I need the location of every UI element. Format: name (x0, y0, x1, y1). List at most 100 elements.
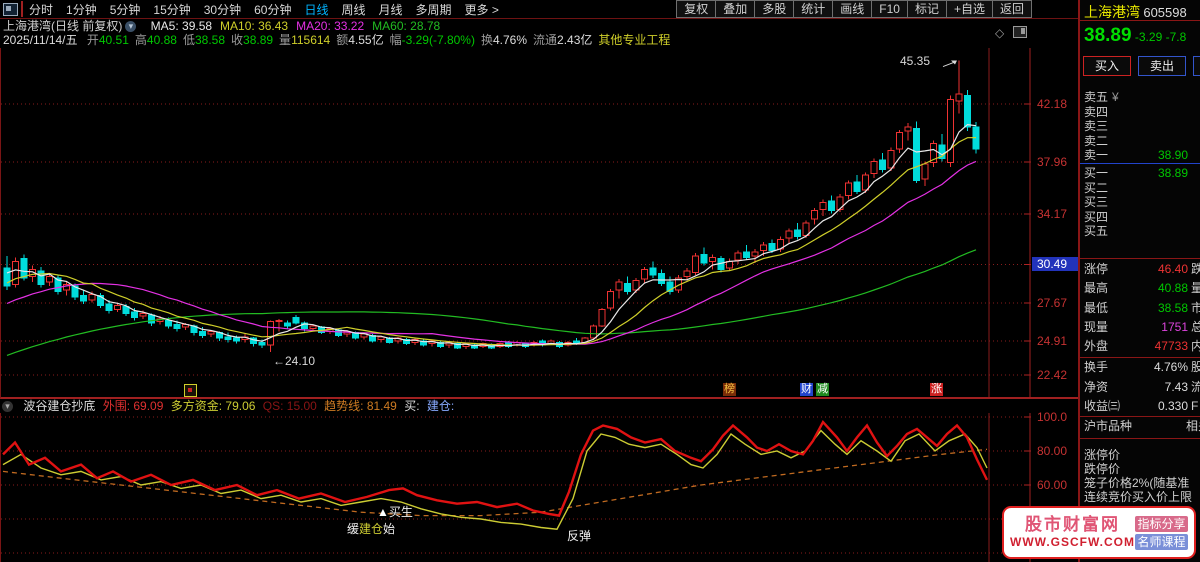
watermark-badge-1: 指标分享 (1134, 515, 1188, 532)
info-value-2: 38.58 (194, 33, 225, 47)
info-label-4: 量 (279, 33, 292, 47)
period-tab-5[interactable]: 60分钟 (254, 3, 291, 17)
chart-title-row: 上海港湾(日线 前复权) ▾ MA5: 39.58 MA10: 36.43 MA20:… (0, 19, 1078, 40)
bid-row-1[interactable]: 买一 38.89 (1084, 166, 1200, 180)
indicator-chart[interactable]: 100.0 80.00 60.00 ▲买生 缓建仓始 反弹 (0, 410, 1079, 562)
period-tab-10[interactable]: 更多 > (465, 3, 499, 17)
watermark-site-url: WWW.GSCFW.COM (1010, 535, 1135, 549)
ma-value-1: MA10: 36.43 (220, 19, 289, 33)
stat2-row-2[interactable]: 收益㈢ 0.330 F (1084, 399, 1200, 413)
event-marker-2[interactable]: 财 (800, 383, 813, 396)
indicator-header-seg-4: 趋势线: 81.49 (324, 399, 401, 413)
ask-row-5[interactable]: 卖五 ¥ (1084, 90, 1200, 104)
chevron-down-icon[interactable]: ▾ (125, 21, 137, 32)
sell-button[interactable]: 卖出 (1138, 56, 1186, 76)
event-marker-1[interactable]: 榜 (723, 383, 736, 396)
indicator-axis-label-2: 60.00 (1037, 478, 1068, 492)
extra-row-3[interactable]: 连续竞价买入价上限 (1084, 490, 1200, 504)
extra-row-1[interactable]: 跌停价 (1084, 462, 1200, 476)
info-value-3: 38.89 (243, 33, 274, 47)
bid-row-5[interactable]: 买五 (1084, 224, 1200, 238)
watermark-site-name: 股市财富网 (1024, 515, 1120, 534)
buy-button[interactable]: 买入 (1083, 56, 1131, 76)
collapse-icon[interactable]: ▾ (2, 401, 13, 412)
tool-tab-5[interactable]: F10 (871, 0, 908, 18)
extra-row-2[interactable]: 笼子价格2%(随基准 (1084, 476, 1200, 490)
event-marker-4[interactable]: 涨 (930, 383, 943, 396)
price-axis-label-2: 34.17 (1037, 206, 1068, 221)
chart-title: 上海港湾(日线 前复权) (3, 19, 123, 33)
event-marker-3[interactable]: 减 (816, 383, 829, 396)
stat-row-2[interactable]: 最低38.58市 (1084, 301, 1200, 315)
tool-tab-0[interactable]: 复权 (676, 0, 717, 18)
stat-row-1[interactable]: 最高40.88量 (1084, 281, 1200, 295)
tool-tab-4[interactable]: 画线 (832, 0, 873, 18)
signal-label-0: ▲买生 (377, 505, 413, 519)
quote-date: 2025/11/14/五 (3, 33, 78, 47)
tool-tab-8[interactable]: 返回 (991, 0, 1032, 18)
last-price: 38.89 (1084, 25, 1132, 46)
period-tab-0[interactable]: 分时 (29, 3, 53, 17)
quote-info-row: 2025/11/14/五 开40.51 高40.88 低38.58 收38.89 量11… (0, 33, 1078, 48)
extra-row-0[interactable]: 涨停价 (1084, 448, 1200, 462)
ma-value-2: MA20: 33.22 (296, 19, 365, 33)
info-value-8: 2.43亿 (557, 33, 593, 47)
window-icon[interactable] (3, 2, 18, 16)
indicator-header-seg-2: 多方资金: 79.06 (170, 399, 259, 413)
period-tab-8[interactable]: 月线 (379, 3, 403, 17)
price-axis-label-1: 37.96 (1037, 154, 1068, 169)
info-label-3: 收 (231, 33, 244, 47)
bid-row-4[interactable]: 买四 (1084, 210, 1200, 224)
info-label-8: 流通 (533, 33, 558, 47)
tool-tab-7[interactable]: +自选 (945, 0, 993, 18)
stat-row-0[interactable]: 涨停46.40跌 (1084, 262, 1200, 276)
menu-divider (21, 1, 23, 17)
tool-tab-2[interactable]: 多股 (754, 0, 795, 18)
ask-row-1[interactable]: 卖一 38.90 (1084, 148, 1200, 162)
stat2-row-1[interactable]: 净资7.43流 (1084, 380, 1200, 394)
period-tab-7[interactable]: 周线 (341, 3, 365, 17)
low-price-annotation: ←24.10 (273, 354, 316, 368)
info-value-7: 4.76% (493, 33, 528, 47)
panel-stock-header[interactable]: 上海港湾 605598 (1084, 2, 1187, 22)
tool-tab-3[interactable]: 统计 (793, 0, 834, 18)
info-label-1: 高 (134, 33, 147, 47)
period-tabs: 分时 1分钟 5分钟 15分钟 30分钟 60分钟 日线 周线 月线 多周期 更多 > (29, 1, 512, 18)
panel-divider-1 (1080, 258, 1200, 259)
period-tab-2[interactable]: 5分钟 (110, 3, 141, 17)
info-value-4: 115614 (291, 33, 331, 47)
price-axis-label-3: 30.49 (1032, 257, 1081, 272)
watermark-box: 股市财富网 WWW.GSCFW.COM 指标分享 名师课程 (1002, 506, 1196, 559)
period-tab-9[interactable]: 多周期 (416, 3, 452, 17)
panel-price-row: 38.89 -3.29 -7.8 (1084, 25, 1186, 47)
ask-row-3[interactable]: 卖三 (1084, 119, 1200, 133)
bid-row-3[interactable]: 买三 (1084, 195, 1200, 209)
info-label-0: 开 (86, 33, 99, 47)
tool-tab-1[interactable]: 叠加 (715, 0, 756, 18)
main-candle-chart[interactable]: 42.18 37.96 34.17 30.49 27.67 24.91 22.42 45.3… (0, 48, 1081, 399)
stat-row-4[interactable]: 外盘47733内 (1084, 339, 1200, 353)
period-tab-4[interactable]: 30分钟 (204, 3, 241, 17)
panel-divider-2 (1080, 357, 1200, 358)
stat2-row-0[interactable]: 换手4.76%股 (1084, 360, 1200, 374)
period-tab-6[interactable]: 日线 (304, 3, 328, 17)
tool-tab-6[interactable]: 标记 (906, 0, 947, 18)
stock-app-window: 分时 1分钟 5分钟 15分钟 30分钟 60分钟 日线 周线 月线 多周期 更多 > 复权 叠加 多股… (0, 0, 1200, 562)
info-label-6: 幅 (389, 33, 402, 47)
signal-label-1: 缓建仓始 (347, 522, 396, 536)
period-tab-1[interactable]: 1分钟 (66, 3, 97, 17)
ask-row-4[interactable]: 卖四 (1084, 105, 1200, 119)
indicator-header: ▾ 波谷建仓抄底 外围: 69.09 多方资金: 79.06 QS: 15.00… (0, 399, 1078, 413)
bid-row-2[interactable]: 买二 (1084, 181, 1200, 195)
period-tab-3[interactable]: 15分钟 (153, 3, 190, 17)
extra-button-clipped[interactable] (1193, 56, 1200, 76)
stat-row-3[interactable]: 现量1751总 (1084, 320, 1200, 334)
indicator-header-seg-3: QS: 15.00 (262, 399, 321, 413)
ask-row-2[interactable]: 卖二 (1084, 134, 1200, 148)
tool-tabs: 复权 叠加 多股 统计 画线 F10 标记 +自选 返回 (676, 0, 1032, 18)
news-marker-icon[interactable] (184, 384, 197, 397)
price-change-pct: -7.8 (1165, 30, 1187, 44)
ma-values: MA5: 39.58 MA10: 36.43 MA20: 33.22 MA60: 28… (143, 19, 441, 33)
info-label-7: 换 (480, 33, 493, 47)
section-row[interactable]: 沪市品种相关 (1084, 419, 1200, 433)
